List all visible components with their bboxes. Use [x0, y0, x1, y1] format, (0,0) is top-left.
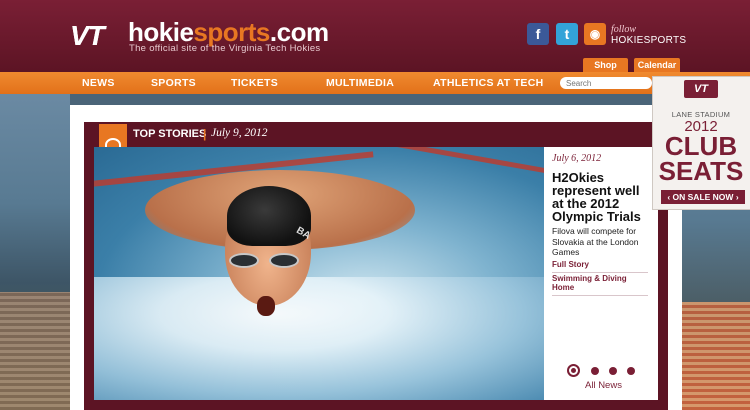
nav-athletics-at-tech[interactable]: ATHLETICS AT TECH	[433, 72, 543, 94]
carousel-dot-2[interactable]	[591, 367, 599, 375]
carousel-dots	[567, 364, 637, 378]
shop-tab[interactable]: Shop	[583, 58, 628, 73]
story-date: July 6, 2012	[552, 153, 602, 164]
nav-tickets[interactable]: TICKETS	[231, 72, 278, 94]
facebook-icon[interactable]: f	[527, 23, 549, 45]
top-stories-heading: TOP STORIES	[133, 128, 207, 140]
story-summary: Filova will compete for Slovakia at the …	[552, 226, 639, 257]
stadium-background-left	[0, 92, 70, 410]
follow-hokiesports[interactable]: follow HOKIESPORTS	[611, 24, 686, 46]
carousel-dot-3[interactable]	[609, 367, 617, 375]
ad-vt-logo: VT	[684, 80, 718, 98]
heading-separator: |	[203, 127, 207, 141]
swimming-diving-home-link[interactable]: Swimming & Diving Home	[552, 274, 648, 296]
carousel-dot-1[interactable]	[567, 364, 580, 377]
swim-goggles	[229, 253, 303, 269]
full-story-link[interactable]: Full Story	[552, 260, 648, 273]
nav-multimedia[interactable]: MULTIMEDIA	[326, 72, 394, 94]
rss-icon[interactable]: ◉	[584, 23, 606, 45]
calendar-tab[interactable]: Calendar	[634, 58, 680, 73]
ad-headline-club: CLUB	[664, 131, 738, 161]
swimmer-mouth	[257, 296, 275, 316]
nav-sports[interactable]: SPORTS	[151, 72, 196, 94]
twitter-icon[interactable]: t	[556, 23, 578, 45]
ad-headline-seats: SEATS	[658, 156, 744, 186]
all-news-link[interactable]: All News	[585, 380, 622, 391]
search-input[interactable]	[560, 77, 652, 89]
carousel-dot-4[interactable]	[627, 367, 635, 375]
story-headline[interactable]: H2Okies represent well at the 2012 Olymp…	[552, 171, 652, 223]
vt-logo[interactable]: VT	[70, 20, 105, 52]
site-tagline: The official site of the Virginia Tech H…	[129, 43, 321, 54]
on-sale-now-button[interactable]: ‹ ON SALE NOW ›	[661, 190, 745, 204]
nav-news[interactable]: NEWS	[82, 72, 115, 94]
top-stories-date: July 9, 2012	[211, 127, 268, 139]
